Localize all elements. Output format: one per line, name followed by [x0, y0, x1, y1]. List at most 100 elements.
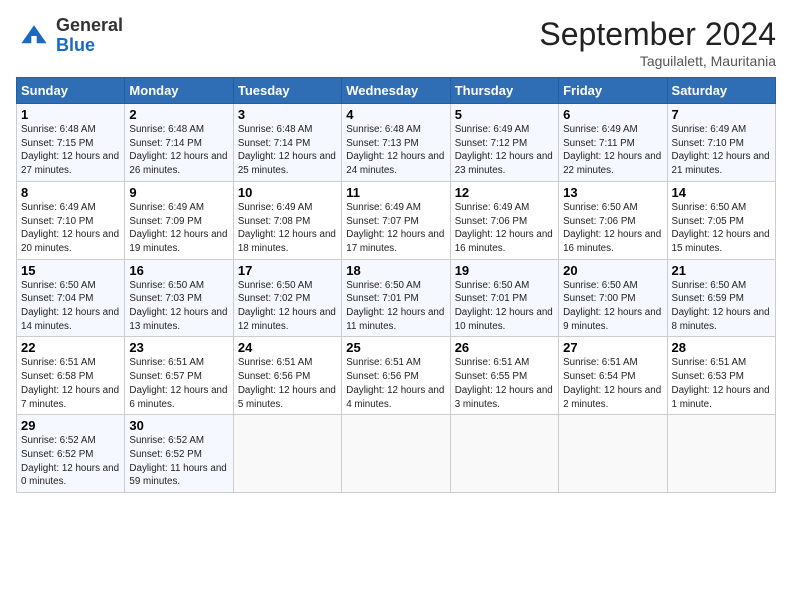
day-info: Sunrise: 6:51 AMSunset: 6:57 PMDaylight:…: [129, 357, 227, 409]
day-info: Sunrise: 6:50 AMSunset: 7:00 PMDaylight:…: [563, 280, 661, 332]
day-of-week-header: Wednesday: [342, 78, 450, 104]
day-info: Sunrise: 6:49 AMSunset: 7:08 PMDaylight:…: [238, 202, 336, 254]
calendar-cell: 3 Sunrise: 6:48 AMSunset: 7:14 PMDayligh…: [233, 104, 341, 182]
calendar-cell: 28 Sunrise: 6:51 AMSunset: 6:53 PMDaylig…: [667, 337, 775, 415]
day-number: 24: [238, 340, 337, 355]
day-info: Sunrise: 6:50 AMSunset: 7:04 PMDaylight:…: [21, 280, 119, 332]
day-number: 4: [346, 107, 445, 122]
calendar-cell: 9 Sunrise: 6:49 AMSunset: 7:09 PMDayligh…: [125, 181, 233, 259]
calendar-table: SundayMondayTuesdayWednesdayThursdayFrid…: [16, 77, 776, 493]
logo-text: General Blue: [56, 16, 123, 56]
day-info: Sunrise: 6:50 AMSunset: 7:01 PMDaylight:…: [346, 280, 444, 332]
calendar-cell: 2 Sunrise: 6:48 AMSunset: 7:14 PMDayligh…: [125, 104, 233, 182]
logo: General Blue: [16, 16, 123, 56]
title-block: September 2024 Taguilalett, Mauritania: [539, 16, 776, 69]
day-of-week-header: Friday: [559, 78, 667, 104]
month-title: September 2024: [539, 16, 776, 53]
calendar-cell: 27 Sunrise: 6:51 AMSunset: 6:54 PMDaylig…: [559, 337, 667, 415]
day-of-week-header: Sunday: [17, 78, 125, 104]
calendar-cell: 12 Sunrise: 6:49 AMSunset: 7:06 PMDaylig…: [450, 181, 558, 259]
calendar-cell: 10 Sunrise: 6:49 AMSunset: 7:08 PMDaylig…: [233, 181, 341, 259]
day-info: Sunrise: 6:51 AMSunset: 6:54 PMDaylight:…: [563, 357, 661, 409]
day-number: 22: [21, 340, 120, 355]
calendar-cell: 17 Sunrise: 6:50 AMSunset: 7:02 PMDaylig…: [233, 259, 341, 337]
day-of-week-header: Thursday: [450, 78, 558, 104]
calendar-cell: 25 Sunrise: 6:51 AMSunset: 6:56 PMDaylig…: [342, 337, 450, 415]
calendar-cell: 29 Sunrise: 6:52 AMSunset: 6:52 PMDaylig…: [17, 415, 125, 493]
day-info: Sunrise: 6:49 AMSunset: 7:09 PMDaylight:…: [129, 202, 227, 254]
day-number: 15: [21, 263, 120, 278]
calendar-cell: [233, 415, 341, 493]
calendar-cell: 18 Sunrise: 6:50 AMSunset: 7:01 PMDaylig…: [342, 259, 450, 337]
day-number: 10: [238, 185, 337, 200]
calendar-cell: 5 Sunrise: 6:49 AMSunset: 7:12 PMDayligh…: [450, 104, 558, 182]
day-info: Sunrise: 6:52 AMSunset: 6:52 PMDaylight:…: [21, 435, 119, 487]
day-of-week-header: Saturday: [667, 78, 775, 104]
day-info: Sunrise: 6:48 AMSunset: 7:15 PMDaylight:…: [21, 124, 119, 176]
day-number: 3: [238, 107, 337, 122]
day-of-week-header: Tuesday: [233, 78, 341, 104]
calendar-cell: [342, 415, 450, 493]
day-number: 19: [455, 263, 554, 278]
day-info: Sunrise: 6:49 AMSunset: 7:12 PMDaylight:…: [455, 124, 553, 176]
calendar-cell: 16 Sunrise: 6:50 AMSunset: 7:03 PMDaylig…: [125, 259, 233, 337]
day-number: 29: [21, 418, 120, 433]
day-info: Sunrise: 6:49 AMSunset: 7:11 PMDaylight:…: [563, 124, 661, 176]
day-number: 16: [129, 263, 228, 278]
day-number: 30: [129, 418, 228, 433]
day-number: 2: [129, 107, 228, 122]
day-info: Sunrise: 6:48 AMSunset: 7:13 PMDaylight:…: [346, 124, 444, 176]
calendar-cell: 14 Sunrise: 6:50 AMSunset: 7:05 PMDaylig…: [667, 181, 775, 259]
day-number: 9: [129, 185, 228, 200]
day-info: Sunrise: 6:51 AMSunset: 6:58 PMDaylight:…: [21, 357, 119, 409]
calendar-cell: [450, 415, 558, 493]
calendar-cell: 1 Sunrise: 6:48 AMSunset: 7:15 PMDayligh…: [17, 104, 125, 182]
day-number: 5: [455, 107, 554, 122]
calendar-cell: [667, 415, 775, 493]
page-header: General Blue September 2024 Taguilalett,…: [16, 16, 776, 69]
calendar-cell: 21 Sunrise: 6:50 AMSunset: 6:59 PMDaylig…: [667, 259, 775, 337]
day-number: 26: [455, 340, 554, 355]
day-info: Sunrise: 6:52 AMSunset: 6:52 PMDaylight:…: [129, 435, 226, 487]
day-info: Sunrise: 6:49 AMSunset: 7:10 PMDaylight:…: [21, 202, 119, 254]
day-of-week-header: Monday: [125, 78, 233, 104]
calendar-cell: 20 Sunrise: 6:50 AMSunset: 7:00 PMDaylig…: [559, 259, 667, 337]
calendar-cell: 13 Sunrise: 6:50 AMSunset: 7:06 PMDaylig…: [559, 181, 667, 259]
day-info: Sunrise: 6:51 AMSunset: 6:56 PMDaylight:…: [238, 357, 336, 409]
day-number: 17: [238, 263, 337, 278]
day-number: 27: [563, 340, 662, 355]
day-info: Sunrise: 6:50 AMSunset: 6:59 PMDaylight:…: [672, 280, 770, 332]
day-info: Sunrise: 6:50 AMSunset: 7:03 PMDaylight:…: [129, 280, 227, 332]
day-info: Sunrise: 6:48 AMSunset: 7:14 PMDaylight:…: [129, 124, 227, 176]
day-number: 21: [672, 263, 771, 278]
logo-icon: [16, 18, 52, 54]
day-number: 18: [346, 263, 445, 278]
calendar-cell: 26 Sunrise: 6:51 AMSunset: 6:55 PMDaylig…: [450, 337, 558, 415]
calendar-cell: 6 Sunrise: 6:49 AMSunset: 7:11 PMDayligh…: [559, 104, 667, 182]
calendar-cell: 4 Sunrise: 6:48 AMSunset: 7:13 PMDayligh…: [342, 104, 450, 182]
day-number: 28: [672, 340, 771, 355]
day-number: 12: [455, 185, 554, 200]
day-info: Sunrise: 6:48 AMSunset: 7:14 PMDaylight:…: [238, 124, 336, 176]
calendar-cell: 24 Sunrise: 6:51 AMSunset: 6:56 PMDaylig…: [233, 337, 341, 415]
day-number: 25: [346, 340, 445, 355]
calendar-cell: [559, 415, 667, 493]
day-info: Sunrise: 6:49 AMSunset: 7:10 PMDaylight:…: [672, 124, 770, 176]
day-number: 23: [129, 340, 228, 355]
calendar-cell: 7 Sunrise: 6:49 AMSunset: 7:10 PMDayligh…: [667, 104, 775, 182]
day-number: 20: [563, 263, 662, 278]
day-info: Sunrise: 6:50 AMSunset: 7:01 PMDaylight:…: [455, 280, 553, 332]
day-info: Sunrise: 6:50 AMSunset: 7:06 PMDaylight:…: [563, 202, 661, 254]
day-info: Sunrise: 6:51 AMSunset: 6:53 PMDaylight:…: [672, 357, 770, 409]
calendar-cell: 19 Sunrise: 6:50 AMSunset: 7:01 PMDaylig…: [450, 259, 558, 337]
day-info: Sunrise: 6:51 AMSunset: 6:55 PMDaylight:…: [455, 357, 553, 409]
day-number: 14: [672, 185, 771, 200]
location: Taguilalett, Mauritania: [539, 53, 776, 69]
day-number: 6: [563, 107, 662, 122]
day-number: 7: [672, 107, 771, 122]
calendar-cell: 15 Sunrise: 6:50 AMSunset: 7:04 PMDaylig…: [17, 259, 125, 337]
day-info: Sunrise: 6:49 AMSunset: 7:06 PMDaylight:…: [455, 202, 553, 254]
day-number: 8: [21, 185, 120, 200]
calendar-cell: 11 Sunrise: 6:49 AMSunset: 7:07 PMDaylig…: [342, 181, 450, 259]
day-info: Sunrise: 6:50 AMSunset: 7:02 PMDaylight:…: [238, 280, 336, 332]
